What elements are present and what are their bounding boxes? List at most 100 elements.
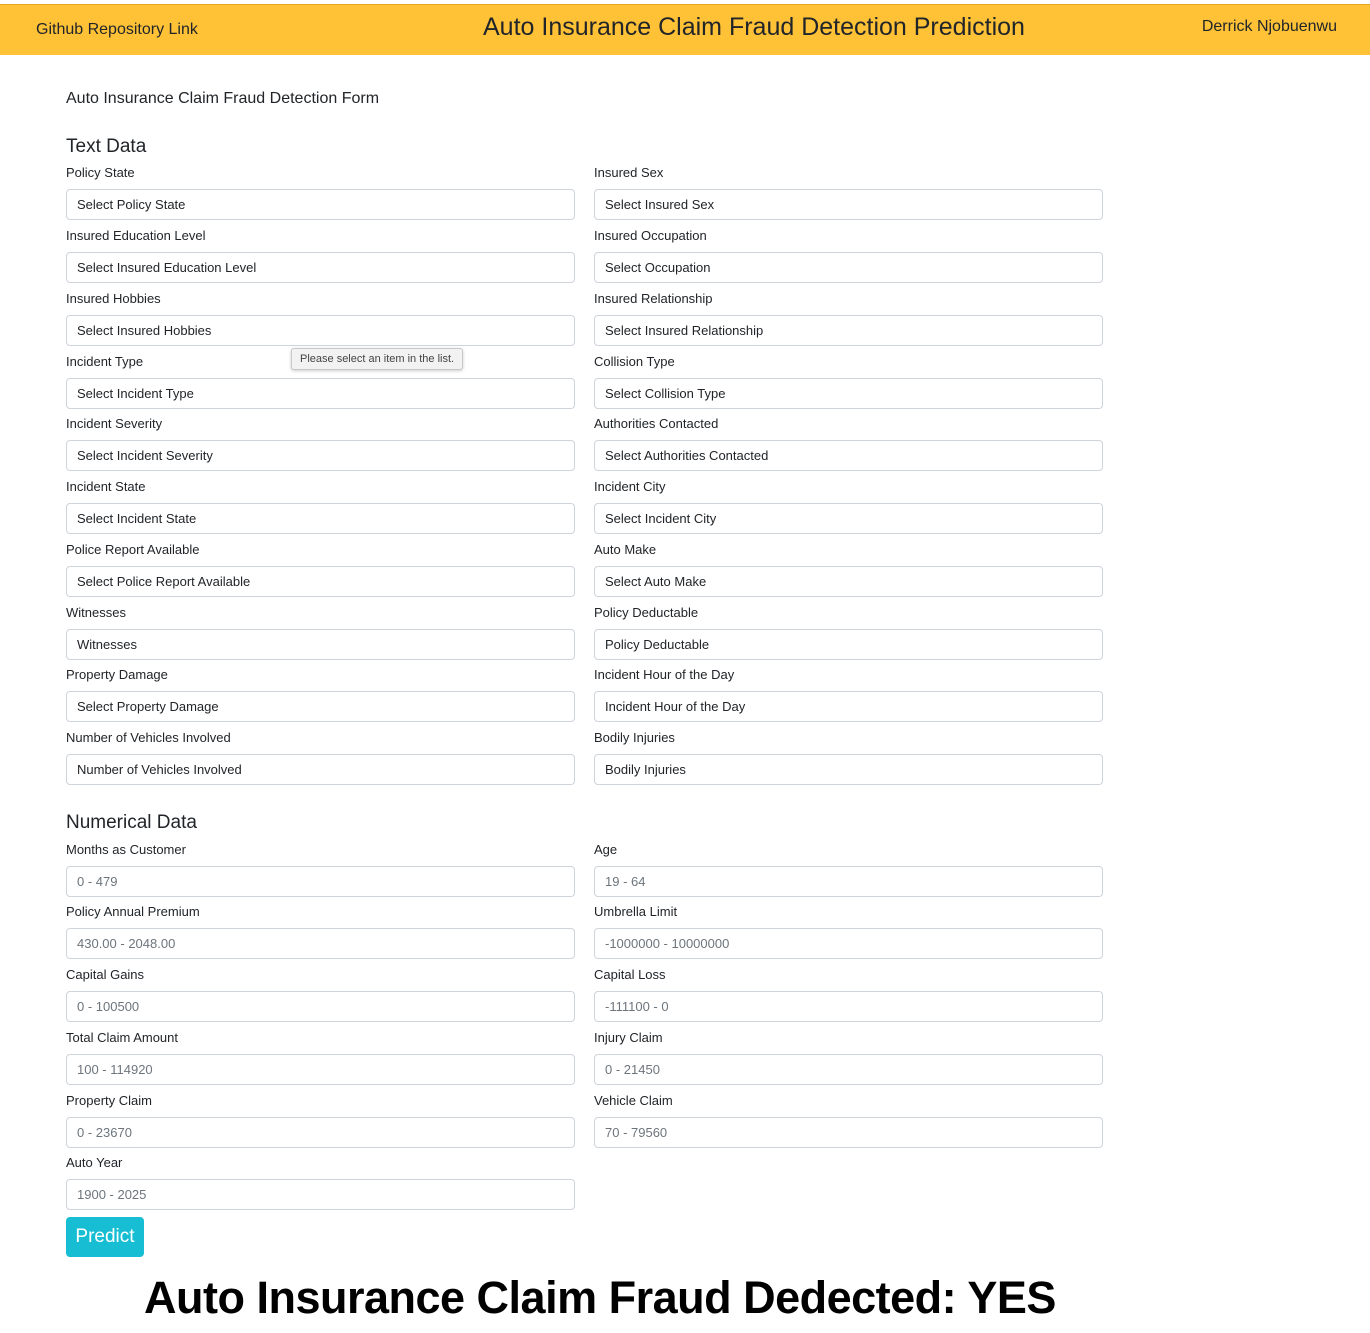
police-report-available-select[interactable]: Select Police Report Available (66, 566, 575, 597)
capital-gains-input[interactable]: 0 - 100500 (66, 991, 575, 1022)
field-number-of-vehicles-involved: Number of Vehicles Involved Number of Ve… (66, 730, 575, 785)
insured-relationship-select[interactable]: Select Insured Relationship (594, 315, 1103, 346)
field-label: Months as Customer (66, 842, 186, 857)
numerical-data-heading: Numerical Data (66, 812, 197, 833)
field-label: Property Damage (66, 667, 168, 682)
field-incident-hour: Incident Hour of the Day Incident Hour o… (594, 667, 1103, 722)
incident-city-select[interactable]: Select Incident City (594, 503, 1103, 534)
field-label: Capital Gains (66, 967, 145, 982)
field-insured-hobbies: Insured Hobbies Select Insured Hobbies (66, 291, 575, 346)
field-age: Age 19 - 64 (594, 842, 1103, 897)
field-label: Incident Severity (66, 416, 163, 431)
field-label: Auto Year (66, 1155, 123, 1170)
field-months-as-customer: Months as Customer 0 - 479 (66, 842, 575, 897)
field-incident-state: Incident State Select Incident State (66, 479, 575, 534)
collision-type-select[interactable]: Select Collision Type (594, 378, 1103, 409)
auto-year-input[interactable]: 1900 - 2025 (66, 1179, 575, 1210)
policy-deductable-select[interactable]: Policy Deductable (594, 629, 1103, 660)
insured-occupation-select[interactable]: Select Occupation (594, 252, 1103, 283)
field-insured-education-level: Insured Education Level Select Insured E… (66, 228, 575, 283)
top-navbar: Github Repository Link Auto Insurance Cl… (0, 4, 1370, 55)
field-incident-city: Incident City Select Incident City (594, 479, 1103, 534)
field-label: Collision Type (594, 354, 675, 369)
field-vehicle-claim: Vehicle Claim 70 - 79560 (594, 1093, 1103, 1148)
field-label: Total Claim Amount (66, 1030, 178, 1045)
field-label: Witnesses (66, 605, 126, 620)
months-as-customer-input[interactable]: 0 - 479 (66, 866, 575, 897)
field-label: Property Claim (66, 1093, 152, 1108)
field-label: Insured Relationship (594, 291, 713, 306)
number-of-vehicles-involved-select[interactable]: Number of Vehicles Involved (66, 754, 575, 785)
incident-type-select[interactable]: Select Incident Type (66, 378, 575, 409)
field-collision-type: Collision Type Select Collision Type (594, 354, 1103, 409)
text-data-heading: Text Data (66, 136, 147, 157)
field-capital-gains: Capital Gains 0 - 100500 (66, 967, 575, 1022)
incident-state-select[interactable]: Select Incident State (66, 503, 575, 534)
auto-make-select[interactable]: Select Auto Make (594, 566, 1103, 597)
field-label: Policy Annual Premium (66, 904, 200, 919)
incident-hour-select[interactable]: Incident Hour of the Day (594, 691, 1103, 722)
insured-hobbies-select[interactable]: Select Insured Hobbies (66, 315, 575, 346)
predict-button[interactable]: Predict (66, 1217, 144, 1257)
field-policy-deductable: Policy Deductable Policy Deductable (594, 605, 1103, 660)
field-label: Number of Vehicles Involved (66, 730, 231, 745)
authorities-contacted-select[interactable]: Select Authorities Contacted (594, 440, 1103, 471)
field-property-damage: Property Damage Select Property Damage (66, 667, 575, 722)
field-auto-year: Auto Year 1900 - 2025 (66, 1155, 575, 1210)
field-label: Vehicle Claim (594, 1093, 673, 1108)
field-capital-loss: Capital Loss -111100 - 0 (594, 967, 1103, 1022)
field-witnesses: Witnesses Witnesses (66, 605, 575, 660)
field-label: Age (594, 842, 618, 857)
github-repository-link[interactable]: Github Repository Link (36, 21, 198, 39)
age-input[interactable]: 19 - 64 (594, 866, 1103, 897)
field-insured-sex: Insured Sex Select Insured Sex (594, 165, 1103, 220)
capital-loss-input[interactable]: -111100 - 0 (594, 991, 1103, 1022)
field-label: Injury Claim (594, 1030, 663, 1045)
author-name: Derrick Njobuenwu (1201, 18, 1337, 35)
field-property-claim: Property Claim 0 - 23670 (66, 1093, 575, 1148)
field-label: Insured Education Level (66, 228, 206, 243)
field-label: Insured Occupation (594, 228, 707, 243)
umbrella-limit-input[interactable]: -1000000 - 10000000 (594, 928, 1103, 959)
field-authorities-contacted: Authorities Contacted Select Authorities… (594, 416, 1103, 471)
property-damage-select[interactable]: Select Property Damage (66, 691, 575, 722)
insured-education-level-select[interactable]: Select Insured Education Level (66, 252, 575, 283)
incident-severity-select[interactable]: Select Incident Severity (66, 440, 575, 471)
field-label: Insured Sex (594, 165, 664, 180)
field-label: Authorities Contacted (594, 416, 719, 431)
field-total-claim-amount: Total Claim Amount 100 - 114920 (66, 1030, 575, 1085)
vehicle-claim-input[interactable]: 70 - 79560 (594, 1117, 1103, 1148)
field-insured-occupation: Insured Occupation Select Occupation (594, 228, 1103, 283)
policy-annual-premium-input[interactable]: 430.00 - 2048.00 (66, 928, 575, 959)
field-label: Incident State (66, 479, 146, 494)
field-auto-make: Auto Make Select Auto Make (594, 542, 1103, 597)
field-label: Bodily Injuries (594, 730, 675, 745)
field-label: Police Report Available (66, 542, 200, 557)
field-label: Policy State (66, 165, 135, 180)
bodily-injuries-select[interactable]: Bodily Injuries (594, 754, 1103, 785)
validation-tooltip: Please select an item in the list. (291, 348, 464, 370)
field-incident-severity: Incident Severity Select Incident Severi… (66, 416, 575, 471)
field-policy-annual-premium: Policy Annual Premium 430.00 - 2048.00 (66, 904, 575, 959)
field-injury-claim: Injury Claim 0 - 21450 (594, 1030, 1103, 1085)
field-label: Policy Deductable (594, 605, 699, 620)
field-label: Incident Hour of the Day (594, 667, 735, 682)
prediction-result: Auto Insurance Claim Fraud Dedected: YES (144, 1272, 1056, 1323)
form-title: Auto Insurance Claim Fraud Detection For… (66, 90, 380, 107)
app-title: Auto Insurance Claim Fraud Detection Pre… (483, 13, 1025, 41)
field-policy-state: Policy State Select Policy State (66, 165, 575, 220)
field-insured-relationship: Insured Relationship Select Insured Rela… (594, 291, 1103, 346)
policy-state-select[interactable]: Select Policy State (66, 189, 575, 220)
property-claim-input[interactable]: 0 - 23670 (66, 1117, 575, 1148)
witnesses-select[interactable]: Witnesses (66, 629, 575, 660)
field-label: Insured Hobbies (66, 291, 161, 306)
field-umbrella-limit: Umbrella Limit -1000000 - 10000000 (594, 904, 1103, 959)
injury-claim-input[interactable]: 0 - 21450 (594, 1054, 1103, 1085)
total-claim-amount-input[interactable]: 100 - 114920 (66, 1054, 575, 1085)
field-police-report-available: Police Report Available Select Police Re… (66, 542, 575, 597)
field-label: Umbrella Limit (594, 904, 678, 919)
field-bodily-injuries: Bodily Injuries Bodily Injuries (594, 730, 1103, 785)
field-label: Capital Loss (594, 967, 666, 982)
insured-sex-select[interactable]: Select Insured Sex (594, 189, 1103, 220)
field-label: Auto Make (594, 542, 657, 557)
